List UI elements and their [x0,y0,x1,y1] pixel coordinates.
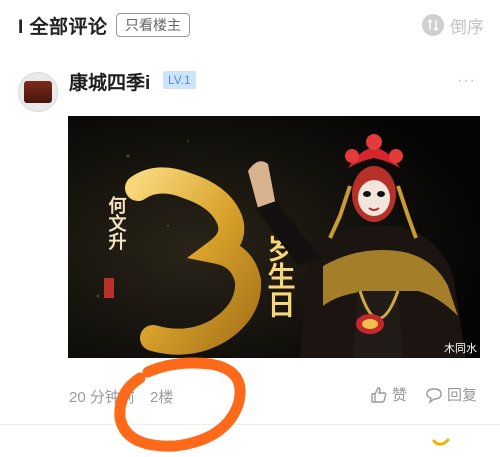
comments-header: I 全部评论 只看楼主 倒序 [0,0,500,52]
comment-time: 20 分钟前 [69,389,135,406]
reply-label: 回复 [447,387,478,404]
sort-button[interactable]: 倒序 [422,10,484,40]
reply-button[interactable]: 回复 [425,384,477,405]
watermark: 木同水 [444,342,477,355]
like-label: 赞 [392,387,408,404]
more-icon[interactable]: ··· [457,72,476,90]
thumbs-up-icon [371,386,387,403]
avatar[interactable] [18,72,58,112]
floor-number: 2楼 [150,389,174,406]
divider [0,424,500,425]
level-badge: LV.1 [163,71,196,89]
post-image[interactable]: 岁生日 何文升 木同水 [68,116,480,358]
svg-text:何文升: 何文升 [106,195,127,251]
sort-icon [422,14,444,36]
avatar-logo-icon [24,81,52,103]
comment-bubble-icon [426,387,442,404]
username[interactable]: 康城四季i [69,68,150,95]
only-poster-button[interactable]: 只看楼主 [116,13,190,37]
like-button[interactable]: 赞 [370,384,407,405]
page-title: I 全部评论 [18,17,108,38]
sort-label: 倒序 [450,17,484,37]
loading-arc-icon [432,438,450,446]
birthday-poster: 岁生日 何文升 木同水 [68,116,480,358]
name-text: 何文升 [106,195,127,251]
